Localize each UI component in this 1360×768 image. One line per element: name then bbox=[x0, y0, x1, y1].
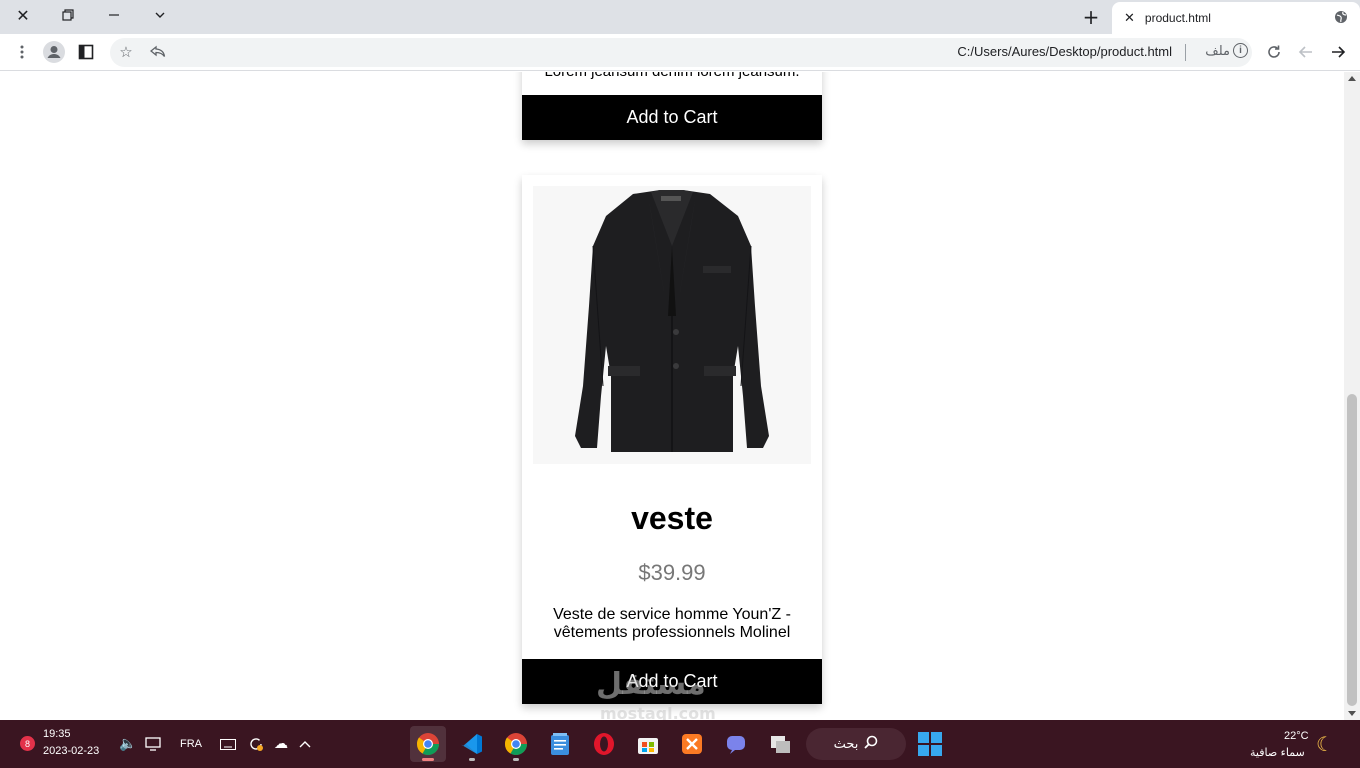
add-to-cart-button[interactable]: Add to Cart bbox=[522, 95, 822, 140]
taskbar-teams-app[interactable] bbox=[718, 726, 754, 762]
tab-title: product.html bbox=[1144, 11, 1211, 25]
product-image bbox=[533, 186, 811, 464]
teams-chat-icon bbox=[727, 736, 745, 754]
sync-icon[interactable] bbox=[246, 734, 266, 754]
new-tab-button[interactable]: + bbox=[1078, 4, 1104, 30]
tab-strip: ✕ + ✕ product.html bbox=[0, 0, 1360, 34]
notification-badge[interactable]: 8 bbox=[20, 736, 35, 751]
search-label: بحث bbox=[833, 736, 859, 752]
chrome-icon bbox=[416, 733, 439, 755]
watermark: مستقل bbox=[596, 667, 706, 702]
vscode-icon bbox=[461, 734, 482, 754]
taskbar-chrome-app[interactable] bbox=[410, 726, 446, 762]
tab-product[interactable]: ✕ product.html bbox=[1112, 2, 1360, 34]
forward-arrow-icon[interactable] bbox=[1292, 38, 1320, 66]
moon-weather-icon[interactable]: ☾ bbox=[1316, 732, 1334, 756]
product-price: $39.99 bbox=[638, 560, 706, 585]
clock-date[interactable]: 2023-02-23 bbox=[43, 745, 99, 757]
taskbar-store-app[interactable] bbox=[630, 726, 666, 762]
start-button-windows-icon[interactable] bbox=[918, 732, 942, 756]
chrome-icon bbox=[504, 733, 527, 755]
taskbar-xampp-app[interactable] bbox=[674, 726, 710, 762]
product-description: Lorem jeansum denim lorem jeansum. bbox=[522, 72, 822, 81]
minimize-window-icon[interactable] bbox=[91, 0, 137, 30]
reload-icon[interactable] bbox=[1260, 38, 1288, 66]
profile-avatar-icon[interactable] bbox=[40, 38, 68, 66]
scroll-up-arrow-icon[interactable] bbox=[1348, 76, 1356, 81]
file-scheme-label: ملف bbox=[1205, 44, 1230, 59]
task-view-icon bbox=[771, 736, 790, 753]
taskbar: 8 19:35 2023-02-23 🔈 FRA ☁ بحث 22°C سماء… bbox=[0, 720, 1360, 768]
running-indicator bbox=[513, 758, 519, 761]
notepad-icon bbox=[551, 733, 569, 755]
site-info-icon[interactable]: i bbox=[1233, 43, 1248, 58]
clock-time[interactable]: 19:35 bbox=[43, 728, 71, 740]
watermark-url: mostaql.com bbox=[600, 704, 716, 720]
taskbar-chrome-app-2[interactable] bbox=[498, 726, 534, 762]
tab-search-chevron-icon[interactable] bbox=[137, 0, 183, 30]
share-icon[interactable] bbox=[144, 38, 172, 66]
taskbar-opera-app[interactable] bbox=[586, 726, 622, 762]
tab-close-icon[interactable]: ✕ bbox=[1124, 11, 1135, 26]
taskbar-vscode-app[interactable] bbox=[454, 726, 490, 762]
vertical-scrollbar[interactable] bbox=[1344, 72, 1360, 720]
show-hidden-icons-chevron-icon[interactable] bbox=[295, 734, 315, 754]
taskbar-desktop-app[interactable] bbox=[762, 726, 798, 762]
xampp-icon bbox=[682, 734, 702, 754]
menu-kebab-icon[interactable] bbox=[8, 38, 36, 66]
scrollbar-thumb[interactable] bbox=[1347, 394, 1357, 706]
browser-toolbar: ☆ C:/Users/Aures/Desktop/product.html مل… bbox=[0, 34, 1360, 71]
running-indicator bbox=[469, 758, 475, 761]
store-icon bbox=[638, 738, 658, 754]
keyboard-icon[interactable] bbox=[218, 734, 238, 754]
back-arrow-icon[interactable] bbox=[1324, 38, 1352, 66]
globe-icon bbox=[1334, 10, 1348, 27]
side-panel-icon[interactable] bbox=[72, 38, 100, 66]
search-icon bbox=[864, 735, 878, 753]
weather-description[interactable]: سماء صافية bbox=[1250, 746, 1305, 759]
restore-window-icon[interactable] bbox=[45, 0, 91, 30]
scroll-down-arrow-icon[interactable] bbox=[1348, 711, 1356, 716]
active-indicator bbox=[422, 758, 434, 761]
product-name: veste bbox=[631, 500, 713, 536]
opera-icon bbox=[594, 733, 614, 755]
product-card-previous: Lorem jeansum denim lorem jeansum. Add t… bbox=[522, 72, 822, 140]
product-description: Veste de service homme Youn'Z - vêtement… bbox=[553, 606, 791, 641]
close-window-icon[interactable]: ✕ bbox=[0, 0, 46, 30]
network-icon[interactable] bbox=[143, 734, 163, 754]
taskbar-notepad-app[interactable] bbox=[542, 726, 578, 762]
bookmark-star-icon[interactable]: ☆ bbox=[112, 38, 140, 66]
page-viewport: Lorem jeansum denim lorem jeansum. Add t… bbox=[0, 72, 1344, 720]
volume-icon[interactable]: 🔈 bbox=[118, 734, 138, 754]
product-card: veste $39.99 Veste de service homme Youn… bbox=[522, 175, 822, 704]
url-text[interactable]: C:/Users/Aures/Desktop/product.html bbox=[957, 44, 1172, 59]
taskbar-search[interactable]: بحث bbox=[806, 728, 906, 760]
onedrive-cloud-icon[interactable]: ☁ bbox=[271, 734, 291, 754]
url-separator bbox=[1185, 44, 1186, 61]
address-bar[interactable]: ☆ C:/Users/Aures/Desktop/product.html مل… bbox=[110, 38, 1252, 67]
weather-temperature[interactable]: 22°C bbox=[1284, 730, 1309, 742]
language-indicator[interactable]: FRA bbox=[180, 738, 202, 750]
